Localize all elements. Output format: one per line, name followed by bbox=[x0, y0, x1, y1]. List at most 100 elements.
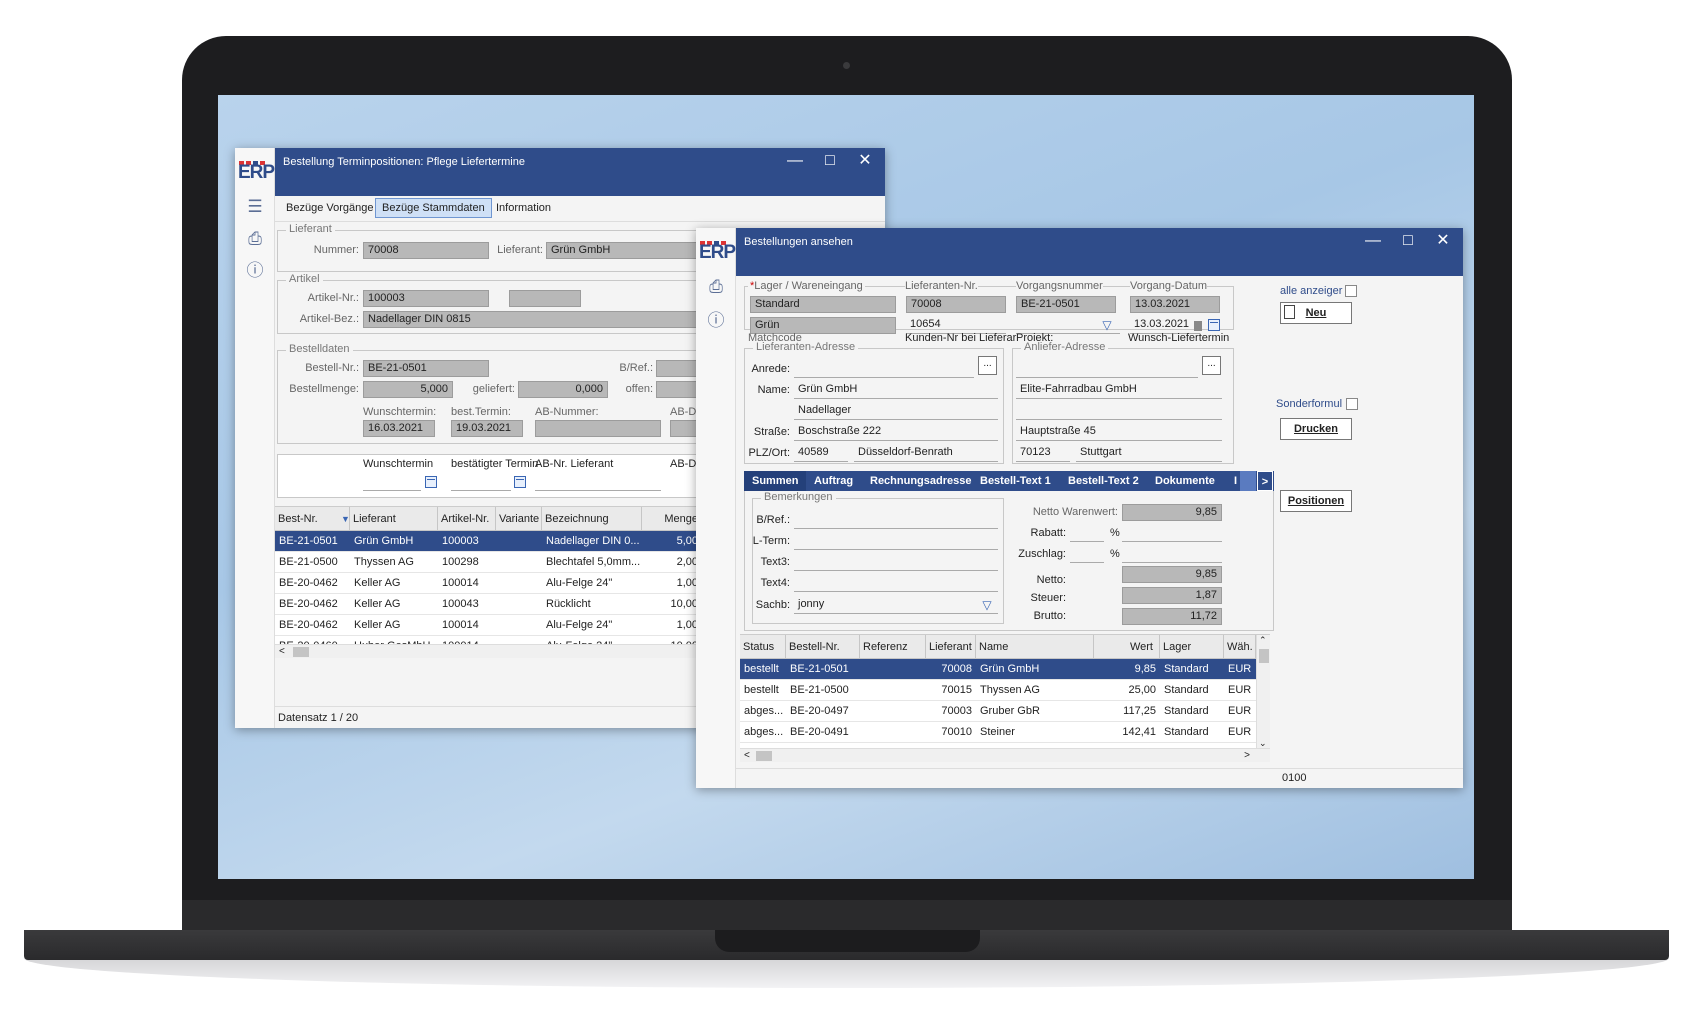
tab-scroll-left[interactable] bbox=[1240, 471, 1256, 491]
lager-field[interactable]: Standard bbox=[750, 296, 896, 313]
maximize-icon[interactable]: □ bbox=[815, 150, 845, 172]
col-referenz[interactable]: Referenz bbox=[860, 635, 926, 659]
plz-field[interactable]: 40589 bbox=[794, 445, 848, 462]
zuschlag-amount-field[interactable] bbox=[1122, 546, 1222, 563]
scrollbar-thumb[interactable] bbox=[756, 751, 772, 761]
nummer-field[interactable]: 70008 bbox=[363, 242, 489, 259]
col-menge[interactable]: Menge bbox=[642, 507, 702, 531]
col-wert[interactable]: Wert bbox=[1094, 635, 1160, 659]
table-row[interactable]: bestellt BE-21-0500 70015 Thyssen AG 25,00 St… bbox=[740, 680, 1256, 701]
anl-select-button[interactable]: ... bbox=[1202, 356, 1221, 375]
hamburger-menu-icon[interactable]: ☰ bbox=[243, 196, 267, 218]
edit-best-termin-field[interactable] bbox=[451, 474, 511, 491]
col-bezeichnung[interactable]: Bezeichnung bbox=[542, 507, 642, 531]
scroll-up-icon[interactable]: ⌃ bbox=[1259, 635, 1267, 646]
minimize-icon[interactable]: — bbox=[780, 150, 810, 172]
chevron-right-icon[interactable]: > bbox=[1257, 471, 1273, 491]
tab-summen[interactable]: Summen bbox=[744, 471, 807, 491]
artikel-bez-field[interactable]: Nadellager DIN 0815 bbox=[363, 311, 708, 328]
vertical-scrollbar[interactable]: ⌃ ⌄ bbox=[1256, 635, 1270, 749]
scroll-right-icon[interactable]: > bbox=[1244, 749, 1250, 763]
text3-field[interactable] bbox=[794, 554, 998, 571]
anl-name-field[interactable]: Elite-Fahrradbau GmbH bbox=[1016, 382, 1222, 399]
ort-field[interactable]: Düsseldorf-Benrath bbox=[854, 445, 998, 462]
sachb-field[interactable]: jonny bbox=[794, 597, 998, 614]
scrollbar-thumb[interactable] bbox=[293, 647, 309, 657]
col-bestell-nr[interactable]: Bestell-Nr. bbox=[786, 635, 860, 659]
tab-rechnungsadresse[interactable]: Rechnungsadresse bbox=[862, 471, 979, 491]
maximize-icon[interactable]: □ bbox=[1393, 230, 1423, 252]
col-artikel-nr[interactable]: Artikel-Nr. bbox=[438, 507, 496, 531]
alle-anzeigen-checkbox[interactable] bbox=[1345, 285, 1357, 297]
neu-button[interactable]: Neu bbox=[1280, 302, 1352, 324]
table-row[interactable]: abges... BE-20-0497 70003 Gruber GbR 117,25 S… bbox=[740, 701, 1256, 722]
tab-bestell-text-2[interactable]: Bestell-Text 2 bbox=[1060, 471, 1147, 491]
text4-field[interactable] bbox=[794, 575, 998, 592]
col-waehrung[interactable]: Wäh. bbox=[1224, 635, 1256, 659]
positionen-button[interactable]: Positionen bbox=[1280, 490, 1352, 512]
steuer-field[interactable]: 1,87 bbox=[1122, 587, 1222, 604]
ab-nummer-field[interactable] bbox=[535, 420, 661, 437]
chevron-down-icon[interactable]: ▽ bbox=[1100, 318, 1114, 332]
rabatt-field[interactable] bbox=[1070, 525, 1104, 542]
variante-field[interactable] bbox=[509, 290, 581, 307]
brutto-field[interactable]: 11,72 bbox=[1122, 608, 1222, 625]
col-status[interactable]: Status bbox=[740, 635, 786, 659]
minimize-icon[interactable]: — bbox=[1358, 230, 1388, 252]
spin-icon[interactable] bbox=[1194, 321, 1202, 331]
artikel-nr-field[interactable]: 100003 bbox=[363, 290, 489, 307]
bref-field[interactable] bbox=[794, 512, 998, 529]
menu-tab-bezuege-vorgaenge[interactable]: Bezüge Vorgänge bbox=[279, 198, 380, 218]
anl-strasse-field[interactable]: Hauptstraße 45 bbox=[1016, 424, 1222, 441]
bestellmenge-field[interactable]: 5,000 bbox=[363, 381, 453, 398]
col-variante[interactable]: Variante bbox=[496, 507, 542, 531]
tab-bestell-text-1[interactable]: Bestell-Text 1 bbox=[972, 471, 1059, 491]
table-row[interactable]: bestellt BE-21-0501 70008 Grün GmbH 9,85 Stan… bbox=[740, 659, 1256, 680]
close-icon[interactable]: ✕ bbox=[1428, 230, 1458, 252]
tab-dokumente[interactable]: Dokumente bbox=[1147, 471, 1223, 491]
close-icon[interactable]: ✕ bbox=[850, 150, 880, 172]
anrede-select-button[interactable]: ... bbox=[978, 356, 997, 375]
wunschtermin-field[interactable]: 16.03.2021 bbox=[363, 420, 435, 437]
geliefert-field[interactable]: 0,000 bbox=[518, 381, 608, 398]
col-lieferant[interactable]: Lieferant bbox=[350, 507, 438, 531]
lieferanten-nr-field[interactable]: 70008 bbox=[906, 296, 1006, 313]
lterm-field[interactable] bbox=[794, 533, 998, 550]
strasse-field[interactable]: Boschstraße 222 bbox=[794, 424, 998, 441]
best-termin-field[interactable]: 19.03.2021 bbox=[451, 420, 523, 437]
help-icon[interactable]: ⓘ bbox=[243, 260, 267, 282]
netto-field[interactable]: 9,85 bbox=[1122, 566, 1222, 583]
anl-name2-field[interactable] bbox=[1016, 403, 1222, 420]
lieferant-field[interactable]: Grün GmbH bbox=[546, 242, 706, 259]
sonderformul-checkbox[interactable] bbox=[1346, 398, 1358, 410]
col-lieferant[interactable]: Lieferant bbox=[926, 635, 976, 659]
calendar-icon[interactable] bbox=[1208, 319, 1220, 331]
zuschlag-field[interactable] bbox=[1070, 546, 1104, 563]
anl-ort-field[interactable]: Stuttgart bbox=[1076, 445, 1222, 462]
bestell-nr-field[interactable]: BE-21-0501 bbox=[363, 360, 489, 377]
anl-plz-field[interactable]: 70123 bbox=[1016, 445, 1070, 462]
help-icon[interactable]: ⓘ bbox=[704, 310, 728, 332]
calendar-icon[interactable] bbox=[425, 476, 437, 488]
scroll-left-icon[interactable]: < bbox=[744, 749, 750, 763]
horizontal-scrollbar[interactable]: < > bbox=[740, 748, 1270, 762]
sort-chevron-icon[interactable]: ▼ bbox=[338, 507, 350, 531]
name2-field[interactable]: Nadellager bbox=[794, 403, 998, 420]
anrede-field[interactable] bbox=[794, 361, 974, 378]
drucken-button[interactable]: Drucken bbox=[1280, 418, 1352, 440]
scrollbar-thumb[interactable] bbox=[1259, 649, 1269, 663]
anl-anrede-field[interactable] bbox=[1016, 361, 1198, 378]
vorgangsnummer-field[interactable]: BE-21-0501 bbox=[1016, 296, 1116, 313]
edit-ab-nr-field[interactable] bbox=[535, 474, 661, 491]
edit-wunschtermin-field[interactable] bbox=[363, 474, 421, 491]
col-name[interactable]: Name bbox=[976, 635, 1094, 659]
printer-icon[interactable]: ⎙ bbox=[243, 228, 267, 250]
col-lager[interactable]: Lager bbox=[1160, 635, 1224, 659]
vorgang-datum-field[interactable]: 13.03.2021 bbox=[1130, 296, 1220, 313]
netto-warenwert-field[interactable]: 9,85 bbox=[1122, 504, 1222, 521]
rabatt-amount-field[interactable] bbox=[1122, 525, 1222, 542]
name-field[interactable]: Grün GmbH bbox=[794, 382, 998, 399]
calendar-icon[interactable] bbox=[514, 476, 526, 488]
printer-icon[interactable]: ⎙ bbox=[704, 276, 728, 298]
table-row[interactable]: abges... BE-20-0491 70010 Steiner 142,41 Stan… bbox=[740, 722, 1256, 743]
